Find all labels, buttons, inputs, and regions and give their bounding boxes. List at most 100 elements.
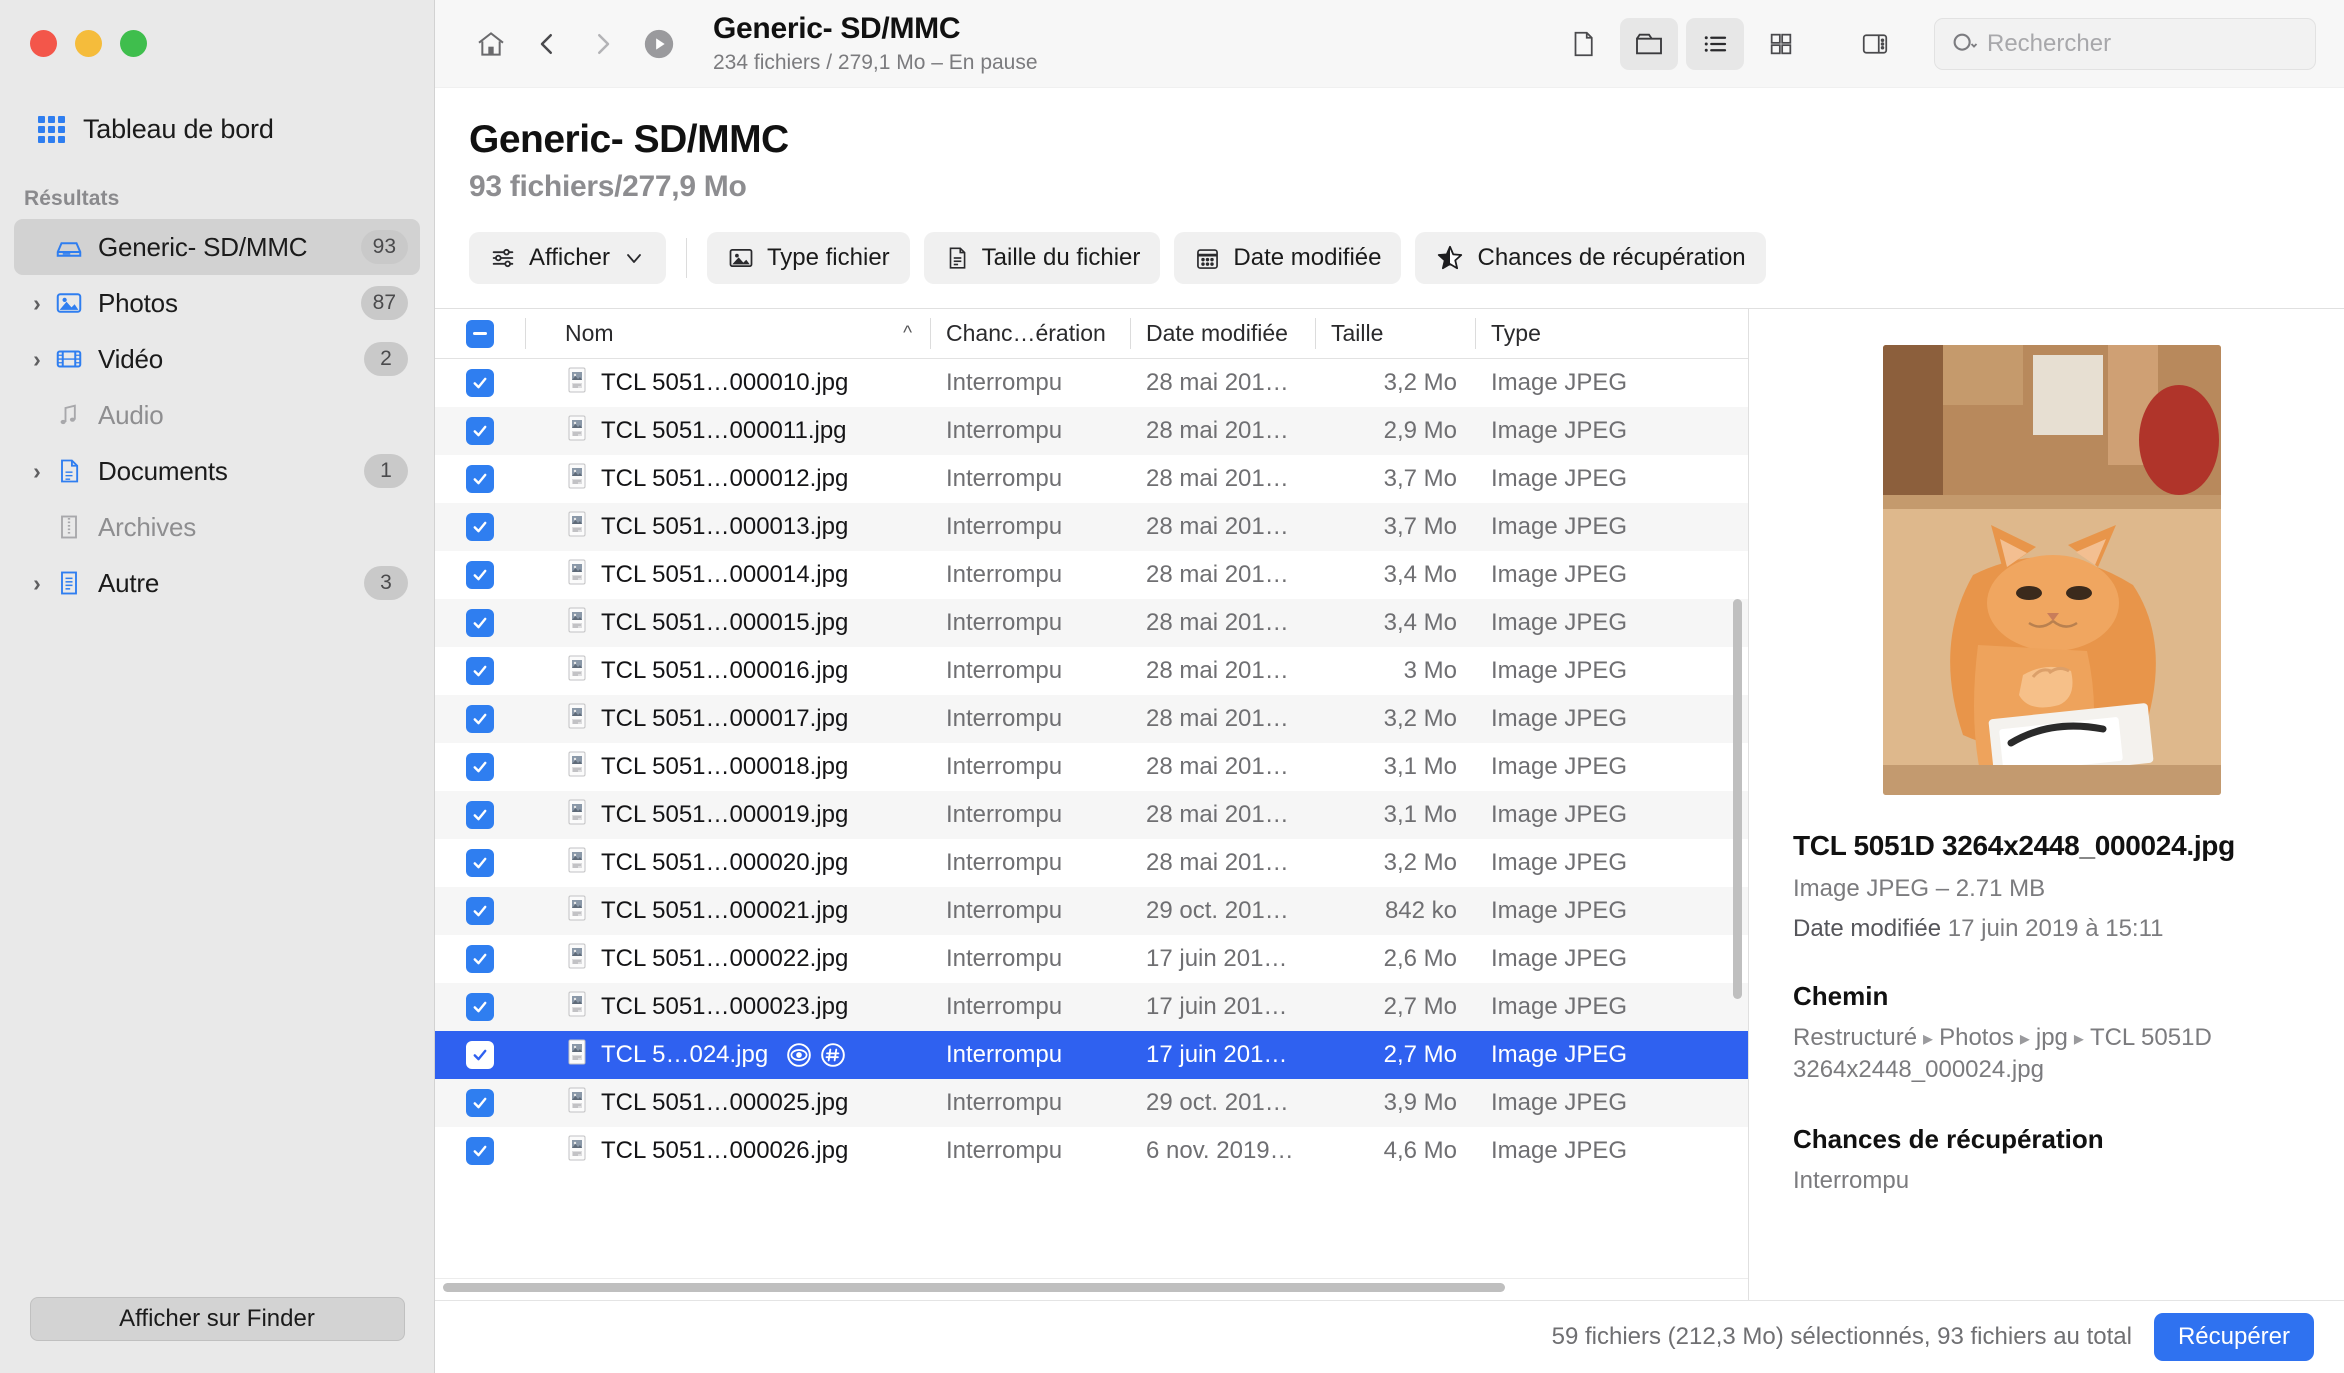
sidebar-item-vid-o[interactable]: › Vidéo 2 bbox=[14, 331, 420, 387]
table-row[interactable]: TCL 5051…000010.jpg Interrompu 28 mai 201…… bbox=[435, 359, 1748, 407]
cell-size: 2,6 Mo bbox=[1383, 945, 1457, 972]
cell-size: 842 ko bbox=[1384, 897, 1457, 924]
table-row[interactable]: TCL 5…024.jpg Interrompu 17 juin 201… 2,7 M… bbox=[435, 1031, 1748, 1079]
disclosure-chevron-icon[interactable]: › bbox=[24, 291, 50, 315]
zoom-window-button[interactable] bbox=[120, 30, 147, 57]
row-checkbox[interactable] bbox=[435, 791, 525, 839]
row-checkbox[interactable] bbox=[435, 1079, 525, 1127]
filter-taille-fichier[interactable]: Taille du fichier bbox=[923, 232, 1161, 284]
row-checkbox[interactable] bbox=[435, 551, 525, 599]
search-box[interactable]: Rechercher bbox=[1934, 17, 2316, 70]
filter-type-fichier[interactable]: Type fichier bbox=[706, 232, 910, 284]
content-split: Nom ^ Chanc…ération Date modifiée Taille… bbox=[435, 308, 2344, 1300]
archive-icon bbox=[61, 515, 77, 539]
folder-view-button[interactable] bbox=[1620, 17, 1678, 70]
row-checkbox[interactable] bbox=[435, 455, 525, 503]
home-button[interactable] bbox=[463, 16, 519, 72]
table-row[interactable]: TCL 5051…000016.jpg Interrompu 28 mai 201…… bbox=[435, 647, 1748, 695]
file-type-icon bbox=[565, 415, 589, 448]
column-header-nom[interactable]: Nom ^ bbox=[525, 309, 930, 358]
horizontal-scrollbar-track[interactable] bbox=[435, 1278, 1748, 1300]
sidebar-item-badge: 3 bbox=[364, 566, 408, 600]
column-header-date[interactable]: Date modifiée bbox=[1130, 309, 1315, 358]
row-checkbox[interactable] bbox=[435, 743, 525, 791]
table-row[interactable]: TCL 5051…000023.jpg Interrompu 17 juin 201… bbox=[435, 983, 1748, 1031]
cell-chance: Interrompu bbox=[946, 1089, 1063, 1116]
filter-chances-recuperation[interactable]: Chances de récupération bbox=[1415, 232, 1766, 284]
minimize-window-button[interactable] bbox=[75, 30, 102, 57]
file-type-icon bbox=[565, 1135, 589, 1168]
grid-view-button[interactable] bbox=[1752, 18, 1810, 70]
drive-icon bbox=[50, 232, 88, 262]
list-view-button[interactable] bbox=[1686, 17, 1744, 70]
row-checkbox[interactable] bbox=[435, 887, 525, 935]
disclosure-chevron-icon[interactable]: › bbox=[24, 459, 50, 483]
sidebar-item-generic-sd-mmc[interactable]: ›Generic- SD/MMC93 bbox=[14, 219, 420, 275]
filter-chances-label: Chances de récupération bbox=[1477, 244, 1746, 271]
column-header-chance[interactable]: Chanc…ération bbox=[930, 309, 1130, 358]
cell-date: 17 juin 201… bbox=[1146, 945, 1288, 972]
file-view-button[interactable] bbox=[1554, 18, 1612, 70]
table-row[interactable]: TCL 5051…000021.jpg Interrompu 29 oct. 201… bbox=[435, 887, 1748, 935]
toolbar-title: Generic- SD/MMC bbox=[713, 12, 961, 46]
row-checkbox[interactable] bbox=[435, 1127, 525, 1175]
sidebar-item-archives[interactable]: ›Archives bbox=[14, 499, 420, 555]
cell-date: 28 mai 201… bbox=[1146, 753, 1289, 780]
table-row[interactable]: TCL 5051…000012.jpg Interrompu 28 mai 201…… bbox=[435, 455, 1748, 503]
detail-path-heading: Chemin bbox=[1793, 980, 1889, 1011]
forward-button[interactable] bbox=[575, 16, 631, 72]
table-row[interactable]: TCL 5051…000015.jpg Interrompu 28 mai 201…… bbox=[435, 599, 1748, 647]
row-checkbox[interactable] bbox=[435, 503, 525, 551]
table-row[interactable]: TCL 5051…000025.jpg Interrompu 29 oct. 201… bbox=[435, 1079, 1748, 1127]
sidebar-item-autre[interactable]: › Autre 3 bbox=[14, 555, 420, 611]
vertical-scrollbar[interactable] bbox=[1733, 599, 1742, 999]
horizontal-scrollbar-thumb[interactable] bbox=[443, 1283, 1505, 1292]
row-checkbox[interactable] bbox=[435, 839, 525, 887]
show-in-finder-button[interactable]: Afficher sur Finder bbox=[29, 1297, 405, 1341]
select-all-checkbox[interactable] bbox=[435, 309, 525, 358]
page-header: Generic- SD/MMC 93 fichiers/277,9 Mo bbox=[435, 88, 2344, 204]
detail-filename: TCL 5051D 3264x2448_000024.jpg bbox=[1793, 830, 2235, 861]
jpeg-file-icon bbox=[568, 703, 586, 728]
disclosure-chevron-icon[interactable]: › bbox=[24, 571, 50, 595]
sidebar-item-photos[interactable]: › Photos 87 bbox=[14, 275, 420, 331]
column-header-type[interactable]: Type bbox=[1475, 309, 1675, 358]
table-row[interactable]: TCL 5051…000020.jpg Interrompu 28 mai 201…… bbox=[435, 839, 1748, 887]
close-window-button[interactable] bbox=[30, 30, 57, 57]
table-row[interactable]: TCL 5051…000022.jpg Interrompu 17 juin 201… bbox=[435, 935, 1748, 983]
table-row[interactable]: TCL 5051…000011.jpg Interrompu 28 mai 201…… bbox=[435, 407, 1748, 455]
row-checkbox[interactable] bbox=[435, 1031, 525, 1079]
table-row[interactable]: TCL 5051…000026.jpg Interrompu 6 nov. 2019… bbox=[435, 1127, 1748, 1175]
row-checkbox[interactable] bbox=[435, 407, 525, 455]
table-row[interactable]: TCL 5051…000014.jpg Interrompu 28 mai 201…… bbox=[435, 551, 1748, 599]
row-checkbox[interactable] bbox=[435, 359, 525, 407]
recover-button[interactable]: Récupérer bbox=[2153, 1313, 2314, 1361]
sidebar-item-audio[interactable]: ›Audio bbox=[14, 387, 420, 443]
afficher-dropdown[interactable]: Afficher bbox=[469, 232, 666, 284]
row-checkbox[interactable] bbox=[435, 647, 525, 695]
cell-size: 2,7 Mo bbox=[1383, 993, 1457, 1020]
sidebar-item-documents[interactable]: › Documents 1 bbox=[14, 443, 420, 499]
disclosure-chevron-icon[interactable]: › bbox=[24, 347, 50, 371]
cell-chance: Interrompu bbox=[946, 945, 1063, 972]
resume-scan-button[interactable] bbox=[631, 16, 687, 72]
table-row[interactable]: TCL 5051…000019.jpg Interrompu 28 mai 201…… bbox=[435, 791, 1748, 839]
filter-date-modifiee[interactable]: Date modifiée bbox=[1174, 232, 1402, 284]
row-action-icons[interactable] bbox=[786, 1042, 846, 1068]
table-row[interactable]: TCL 5051…000018.jpg Interrompu 28 mai 201…… bbox=[435, 743, 1748, 791]
preview-thumbnail[interactable] bbox=[1882, 345, 2221, 795]
sidebar-item-dashboard[interactable]: Tableau de bord bbox=[0, 99, 434, 159]
column-header-taille[interactable]: Taille bbox=[1315, 309, 1475, 358]
file-type-icon bbox=[565, 511, 589, 544]
table-row[interactable]: TCL 5051…000017.jpg Interrompu 28 mai 201…… bbox=[435, 695, 1748, 743]
row-checkbox[interactable] bbox=[435, 599, 525, 647]
back-button[interactable] bbox=[519, 16, 575, 72]
sidebar-item-label: Archives bbox=[98, 511, 197, 542]
row-checkbox[interactable] bbox=[435, 695, 525, 743]
photos-icon bbox=[56, 293, 82, 313]
cell-chance: Interrompu bbox=[946, 561, 1063, 588]
row-checkbox[interactable] bbox=[435, 935, 525, 983]
table-row[interactable]: TCL 5051…000013.jpg Interrompu 28 mai 201…… bbox=[435, 503, 1748, 551]
sidebar-toggle-button[interactable] bbox=[1846, 18, 1904, 70]
row-checkbox[interactable] bbox=[435, 983, 525, 1031]
